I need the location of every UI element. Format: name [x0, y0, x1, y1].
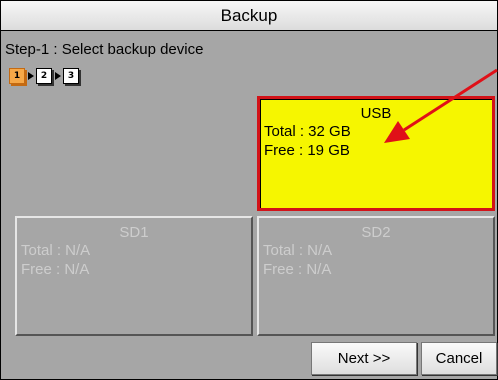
sd2-device-button[interactable]: SD2 Total : N/A Free : N/A — [257, 216, 495, 336]
step-arrow-icon — [55, 72, 61, 80]
device-name: USB — [360, 105, 392, 122]
step-3-indicator: 3 — [63, 68, 79, 84]
step-label: Step-1 : Select backup device — [5, 41, 204, 58]
device-total: Total : 32 GB — [264, 123, 351, 140]
step-1-indicator: 1 — [9, 68, 25, 84]
device-name: SD2 — [361, 224, 391, 241]
sd1-device-button[interactable]: SD1 Total : N/A Free : N/A — [15, 216, 253, 336]
usb-device-button[interactable]: USB Total : 32 GB Free : 19 GB — [257, 96, 495, 211]
device-total: Total : N/A — [21, 242, 91, 259]
device-free: Free : N/A — [21, 261, 90, 278]
step-2-indicator: 2 — [36, 68, 52, 84]
device-free: Free : 19 GB — [264, 142, 350, 159]
dialog-title: Backup — [1, 1, 497, 31]
step-arrow-icon — [28, 72, 34, 80]
next-button[interactable]: Next >> — [311, 342, 417, 375]
device-free: Free : N/A — [263, 261, 332, 278]
device-total: Total : N/A — [263, 242, 333, 259]
backup-dialog: Backup Step-1 : Select backup device 1 2… — [0, 0, 498, 380]
device-name: SD1 — [119, 224, 149, 241]
cancel-button[interactable]: Cancel — [421, 342, 497, 375]
